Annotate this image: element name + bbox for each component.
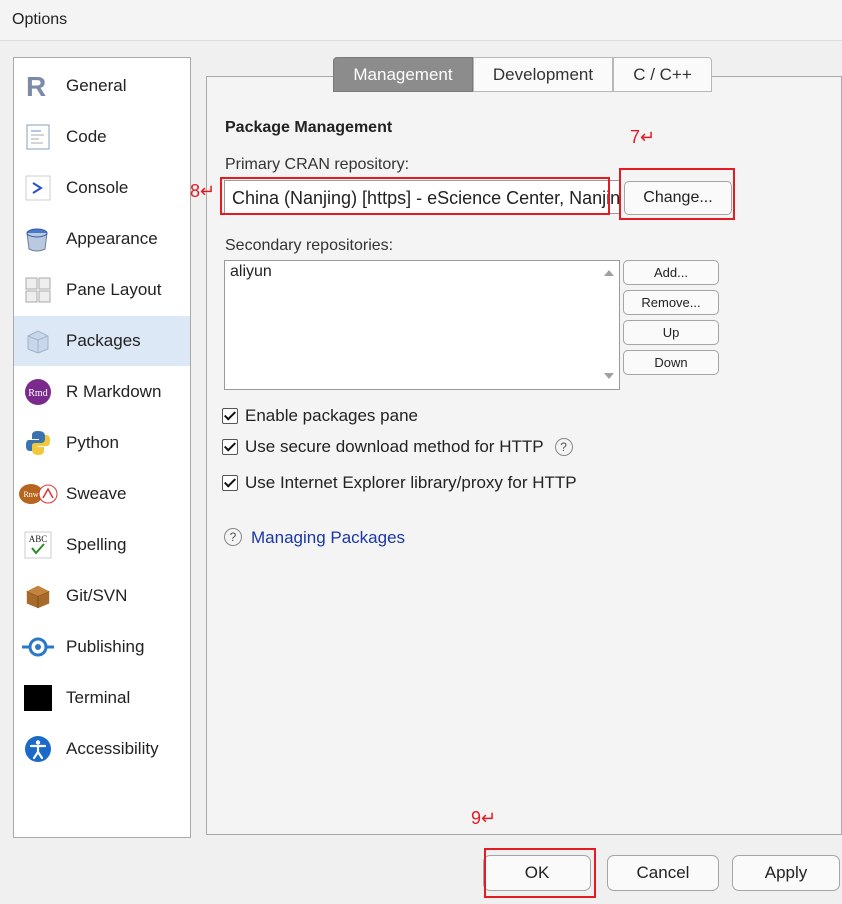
help-icon[interactable]: ? xyxy=(224,528,242,546)
r-logo-icon: R xyxy=(24,72,52,100)
secondary-label: Secondary repositories: xyxy=(225,237,394,254)
checkbox-enable-packages-pane[interactable] xyxy=(222,408,238,424)
python-icon xyxy=(24,429,52,457)
sidebar-item-git-svn[interactable]: Git/SVN xyxy=(14,571,190,621)
sidebar-item-appearance[interactable]: Appearance xyxy=(14,214,190,264)
sidebar-item-label: Code xyxy=(66,127,107,146)
cran-label: Primary CRAN repository: xyxy=(225,156,410,173)
checkbox-label: Enable packages pane xyxy=(245,406,418,425)
sidebar-item-label: Appearance xyxy=(66,229,158,248)
sidebar-item-label: Console xyxy=(66,178,129,197)
apply-button[interactable]: Apply xyxy=(732,855,840,891)
cran-repository-value: China (Nanjing) [https] - eScience Cente… xyxy=(232,188,620,208)
enable-packages-pane-row[interactable]: Enable packages pane xyxy=(222,406,418,426)
sidebar-item-accessibility[interactable]: Accessibility xyxy=(14,724,190,774)
title-bar: Options xyxy=(0,0,842,41)
scroll-up-arrow-icon[interactable] xyxy=(604,270,614,276)
checkbox-ie-proxy[interactable] xyxy=(222,475,238,491)
sidebar-item-sweave[interactable]: Rnw Sweave xyxy=(14,469,190,519)
tab-c-cpp[interactable]: C / C++ xyxy=(613,57,712,92)
sidebar-item-label: R Markdown xyxy=(66,382,162,401)
svg-text:R: R xyxy=(26,72,46,100)
down-button[interactable]: Down xyxy=(623,350,719,375)
sidebar-item-publishing[interactable]: Publishing xyxy=(14,622,190,672)
sidebar-item-general[interactable]: R General xyxy=(14,61,190,111)
sidebar-item-label: General xyxy=(66,76,127,95)
annotation-7: 7↵ xyxy=(630,127,656,147)
sidebar-item-code[interactable]: Code xyxy=(14,112,190,162)
code-document-icon xyxy=(24,123,52,151)
svg-text:ABC: ABC xyxy=(29,534,48,544)
sidebar-item-label: Packages xyxy=(66,331,141,350)
change-button[interactable]: Change... xyxy=(624,181,732,215)
tab-development[interactable]: Development xyxy=(473,57,613,92)
window-title: Options xyxy=(12,11,68,28)
sidebar-item-label: Publishing xyxy=(66,637,145,656)
accessibility-icon xyxy=(24,735,52,763)
terminal-icon xyxy=(24,684,52,712)
git-box-icon xyxy=(24,582,52,610)
svg-text:Rnw: Rnw xyxy=(23,490,38,499)
section-title: Package Management xyxy=(225,119,393,136)
sidebar-item-label: Git/SVN xyxy=(66,586,128,605)
cancel-button[interactable]: Cancel xyxy=(607,855,719,891)
package-box-icon xyxy=(24,327,52,355)
sidebar: R General Code Console Appearance Pane L… xyxy=(13,57,191,838)
sidebar-item-spelling[interactable]: ABC Spelling xyxy=(14,520,190,570)
ok-button[interactable]: OK xyxy=(483,855,591,891)
paint-bucket-icon xyxy=(24,225,52,253)
pane-layout-icon xyxy=(24,276,52,304)
add-button[interactable]: Add... xyxy=(623,260,719,285)
publishing-icon xyxy=(20,633,56,661)
secondary-repositories-list[interactable]: aliyun xyxy=(224,260,620,390)
annotation-9: 9↵ xyxy=(471,808,497,828)
managing-packages-link[interactable]: Managing Packages xyxy=(251,528,405,548)
secure-download-row[interactable]: Use secure download method for HTTP ? xyxy=(222,437,573,457)
checkbox-label: Use Internet Explorer library/proxy for … xyxy=(245,473,577,492)
rmd-icon: Rmd xyxy=(24,378,52,406)
ie-proxy-row[interactable]: Use Internet Explorer library/proxy for … xyxy=(222,473,577,493)
scroll-down-arrow-icon[interactable] xyxy=(604,373,614,379)
sidebar-item-pane-layout[interactable]: Pane Layout xyxy=(14,265,190,315)
sidebar-item-python[interactable]: Python xyxy=(14,418,190,468)
svg-text:Rmd: Rmd xyxy=(28,388,47,399)
remove-button[interactable]: Remove... xyxy=(623,290,719,315)
sidebar-item-label: Python xyxy=(66,433,119,452)
list-item[interactable]: aliyun xyxy=(230,263,272,281)
checkbox-label: Use secure download method for HTTP xyxy=(245,437,544,456)
checkbox-secure-download[interactable] xyxy=(222,439,238,455)
sidebar-item-label: Accessibility xyxy=(66,739,159,758)
sidebar-item-packages[interactable]: Packages xyxy=(14,316,190,366)
sidebar-item-terminal[interactable]: Terminal xyxy=(14,673,190,723)
sidebar-item-label: Spelling xyxy=(66,535,127,554)
sidebar-item-label: Sweave xyxy=(66,484,127,503)
annotation-8: 8↵ xyxy=(190,181,216,201)
sweave-icon: Rnw xyxy=(18,480,58,508)
tab-management[interactable]: Management xyxy=(333,57,473,92)
sidebar-item-label: Terminal xyxy=(66,688,131,707)
spelling-abc-icon: ABC xyxy=(24,531,52,559)
console-prompt-icon xyxy=(24,174,52,202)
help-icon[interactable]: ? xyxy=(554,438,573,456)
sidebar-item-console[interactable]: Console xyxy=(14,163,190,213)
sidebar-item-label: Pane Layout xyxy=(66,280,162,299)
up-button[interactable]: Up xyxy=(623,320,719,345)
cran-repository-field[interactable]: China (Nanjing) [https] - eScience Cente… xyxy=(224,180,620,214)
scrollbar[interactable] xyxy=(599,261,619,389)
tab-bar: Management Development C / C++ xyxy=(333,57,712,93)
sidebar-item-r-markdown[interactable]: Rmd R Markdown xyxy=(14,367,190,417)
